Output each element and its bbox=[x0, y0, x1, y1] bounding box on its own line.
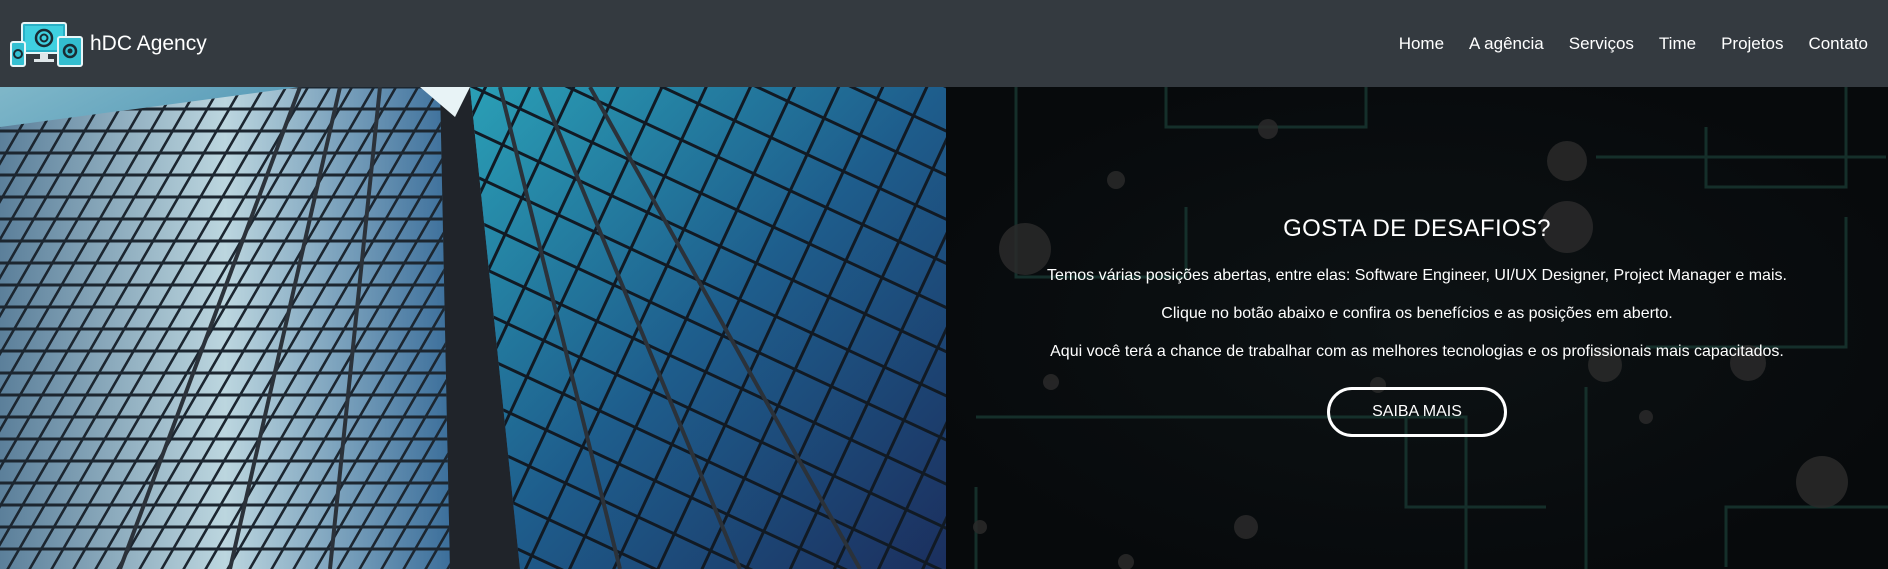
nav-link-home[interactable]: Home bbox=[1399, 34, 1444, 54]
hero-paragraph-chance: Aqui você terá a chance de trabalhar com… bbox=[1050, 343, 1784, 360]
hero-section: GOSTA DE DESAFIOS? Temos várias posições… bbox=[0, 87, 1888, 569]
hero-paragraph-click: Clique no botão abaixo e confira os bene… bbox=[1161, 305, 1673, 322]
saiba-mais-button[interactable]: SAIBA MAIS bbox=[1327, 387, 1507, 437]
nav-link-time[interactable]: Time bbox=[1659, 34, 1696, 54]
hero-content: GOSTA DE DESAFIOS? Temos várias posições… bbox=[946, 87, 1888, 569]
hero-heading: GOSTA DE DESAFIOS? bbox=[1283, 215, 1551, 242]
nav-link-agencia[interactable]: A agência bbox=[1469, 34, 1544, 54]
brand[interactable]: hDC Agency bbox=[10, 20, 207, 68]
skyscraper-image bbox=[0, 87, 946, 569]
hero-content-panel: GOSTA DE DESAFIOS? Temos várias posições… bbox=[946, 87, 1888, 569]
nav-menu: Home A agência Serviços Time Projetos Co… bbox=[1374, 34, 1868, 54]
navbar: hDC Agency Home A agência Serviços Time … bbox=[0, 0, 1888, 87]
nav-link-contato[interactable]: Contato bbox=[1808, 34, 1868, 54]
brand-name: hDC Agency bbox=[90, 31, 207, 55]
nav-link-projetos[interactable]: Projetos bbox=[1721, 34, 1783, 54]
hero-paragraph-positions: Temos várias posições abertas, entre ela… bbox=[1047, 267, 1787, 284]
devices-logo-icon bbox=[10, 21, 83, 67]
nav-link-servicos[interactable]: Serviços bbox=[1569, 34, 1634, 54]
